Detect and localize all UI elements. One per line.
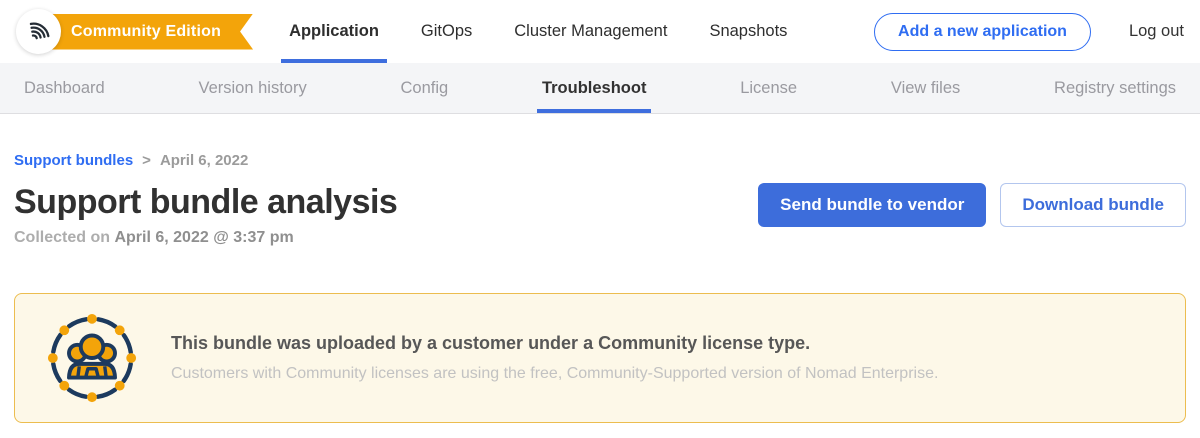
page-actions: Send bundle to vendor Download bundle xyxy=(758,183,1186,227)
collected-prefix: Collected on xyxy=(14,229,110,246)
top-nav-item-gitops[interactable]: GitOps xyxy=(421,0,472,63)
download-bundle-button[interactable]: Download bundle xyxy=(1000,183,1186,227)
top-nav-links: Application GitOps Cluster Management Sn… xyxy=(289,0,787,63)
subnav-item-view-files[interactable]: View files xyxy=(891,63,960,113)
replicated-logo-icon[interactable] xyxy=(16,9,61,54)
top-nav-right: Add a new application Log out xyxy=(874,13,1184,51)
community-license-banner: This bundle was uploaded by a customer u… xyxy=(14,293,1186,423)
banner-text: This bundle was uploaded by a customer u… xyxy=(171,333,938,383)
subnav-item-config[interactable]: Config xyxy=(400,63,448,113)
main-content: Support bundles > April 6, 2022 Support … xyxy=(0,114,1200,423)
community-edition-badge: Community Edition xyxy=(47,14,253,50)
collected-date: April 6, 2022 @ 3:37 pm xyxy=(114,229,293,246)
subnav-item-troubleshoot[interactable]: Troubleshoot xyxy=(542,63,647,113)
page-header: Support bundle analysis Collected on Apr… xyxy=(14,183,1186,247)
breadcrumb-current: April 6, 2022 xyxy=(160,152,248,169)
banner-title: This bundle was uploaded by a customer u… xyxy=(171,333,938,354)
subnav-item-version-history[interactable]: Version history xyxy=(199,63,307,113)
breadcrumb-separator: > xyxy=(142,152,151,169)
breadcrumb: Support bundles > April 6, 2022 xyxy=(14,114,1186,169)
logout-link[interactable]: Log out xyxy=(1129,22,1184,41)
add-new-application-button[interactable]: Add a new application xyxy=(874,13,1091,51)
brand: Community Edition xyxy=(16,9,253,54)
app-sub-navigation: Dashboard Version history Config Trouble… xyxy=(0,63,1200,114)
top-nav-item-application[interactable]: Application xyxy=(289,0,379,63)
top-navigation: Community Edition Application GitOps Clu… xyxy=(0,0,1200,63)
send-bundle-to-vendor-button[interactable]: Send bundle to vendor xyxy=(758,183,986,227)
collected-timestamp: Collected on April 6, 2022 @ 3:37 pm xyxy=(14,229,397,247)
community-people-icon xyxy=(45,311,139,405)
top-nav-item-cluster-management[interactable]: Cluster Management xyxy=(514,0,667,63)
subnav-item-dashboard[interactable]: Dashboard xyxy=(24,63,105,113)
breadcrumb-support-bundles-link[interactable]: Support bundles xyxy=(14,152,133,169)
subnav-item-license[interactable]: License xyxy=(740,63,797,113)
top-nav-item-snapshots[interactable]: Snapshots xyxy=(709,0,787,63)
subnav-item-registry-settings[interactable]: Registry settings xyxy=(1054,63,1176,113)
banner-subtitle: Customers with Community licenses are us… xyxy=(171,365,938,383)
page-header-text: Support bundle analysis Collected on Apr… xyxy=(14,183,397,247)
page-title: Support bundle analysis xyxy=(14,183,397,222)
